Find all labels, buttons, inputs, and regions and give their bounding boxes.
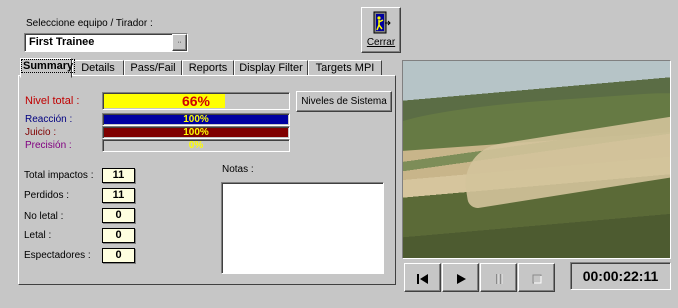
nivel-total-value: 66%: [181, 93, 211, 109]
espectadores-value: 0: [102, 248, 135, 263]
team-shooter-label: Seleccione equipo / Tirador :: [26, 18, 153, 29]
dotted-dropdown-icon[interactable]: ∙∙: [172, 34, 187, 51]
niveles-sistema-button[interactable]: Niveles de Sistema: [296, 91, 392, 112]
no-letal-value: 0: [102, 208, 135, 223]
precision-label: Precisión :: [25, 140, 72, 151]
pause-icon: [495, 273, 502, 284]
tab-targets-mpi-label: Targets MPI: [315, 62, 375, 74]
video-frame: [403, 61, 670, 258]
play-icon: [456, 273, 466, 284]
nivel-total-bar: 66%: [102, 92, 290, 110]
tab-summary-label: Summary: [21, 59, 76, 73]
tab-targets-mpi[interactable]: Targets MPI: [308, 60, 382, 76]
tab-display-filter[interactable]: Display Filter: [234, 60, 308, 76]
tab-reports-label: Reports: [188, 62, 228, 74]
video-panel: [402, 60, 671, 259]
no-letal-label: No letal :: [24, 211, 64, 222]
tab-display-filter-label: Display Filter: [239, 62, 303, 74]
nivel-total-label: Nivel total :: [25, 95, 80, 107]
perdidos-label: Perdidos :: [24, 190, 70, 201]
tab-summary[interactable]: Summary: [20, 58, 76, 78]
total-impactos-label: Total impactos :: [24, 170, 94, 181]
stop-icon: [532, 274, 541, 284]
skip-to-start-button[interactable]: [404, 263, 441, 292]
notas-textarea[interactable]: [221, 182, 384, 274]
juicio-value: 100%: [183, 127, 209, 138]
stop-button[interactable]: [518, 263, 555, 292]
close-button[interactable]: Cerrar: [361, 7, 401, 53]
tab-reports[interactable]: Reports: [182, 60, 234, 76]
timecode-display: 00:00:22:11: [570, 262, 671, 290]
espectadores-label: Espectadores :: [24, 250, 91, 261]
door-exit-icon: [373, 11, 391, 34]
tab-details-label: Details: [81, 62, 115, 74]
total-impactos-value: 11: [102, 168, 135, 183]
reaccion-value: 100%: [183, 114, 209, 125]
tab-pass-fail-label: Pass/Fail: [130, 62, 176, 74]
letal-value: 0: [102, 228, 135, 243]
perdidos-value: 11: [102, 188, 135, 203]
precision-value: 0%: [188, 140, 204, 151]
tab-pass-fail[interactable]: Pass/Fail: [124, 60, 182, 76]
precision-bar: 0%: [102, 139, 290, 152]
notas-label: Notas :: [222, 164, 254, 175]
tab-details[interactable]: Details: [72, 60, 124, 76]
close-label: Cerrar: [366, 37, 396, 48]
play-button[interactable]: [442, 263, 479, 292]
pause-button[interactable]: [480, 263, 517, 292]
reaccion-bar: 100%: [102, 113, 290, 126]
skip-to-start-icon: [416, 273, 428, 284]
team-shooter-select[interactable]: First Trainee ∙∙: [24, 33, 188, 52]
juicio-bar: 100%: [102, 126, 290, 139]
reaccion-label: Reacción :: [25, 114, 73, 125]
juicio-label: Juicio :: [25, 127, 57, 138]
letal-label: Letal :: [24, 230, 52, 241]
team-shooter-value: First Trainee: [29, 36, 95, 48]
